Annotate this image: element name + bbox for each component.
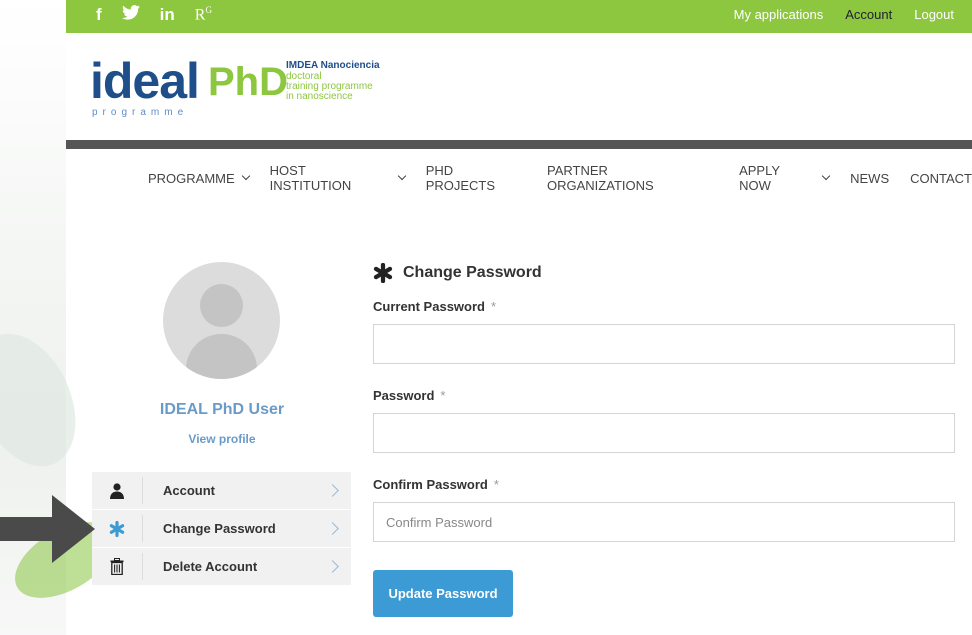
researchgate-icon[interactable]: RG bbox=[195, 5, 212, 24]
trash-icon bbox=[92, 553, 143, 580]
chevron-right-icon bbox=[326, 522, 339, 535]
logo-ideal: ideal bbox=[90, 53, 200, 109]
form-title: Change Password bbox=[373, 263, 955, 283]
logo-imdea: IMDEA Nanociencia bbox=[286, 60, 380, 71]
linkedin-icon[interactable]: in bbox=[160, 5, 175, 25]
view-profile-link[interactable]: View profile bbox=[92, 432, 352, 446]
pointer-arrow-icon bbox=[0, 495, 95, 568]
menu-item-change-password[interactable]: Change Password bbox=[92, 510, 351, 548]
chevron-down-icon bbox=[241, 171, 250, 181]
logo-programme: programme bbox=[92, 107, 189, 118]
label-text: Confirm Password bbox=[373, 477, 488, 492]
avatar-head bbox=[200, 284, 243, 327]
required-mark: * bbox=[493, 477, 499, 492]
menu-item-label: Account bbox=[163, 483, 215, 498]
nav-label: PROGRAMME bbox=[148, 170, 235, 186]
asterisk-icon bbox=[373, 263, 393, 283]
logout-link[interactable]: Logout bbox=[914, 7, 954, 22]
my-applications-link[interactable]: My applications bbox=[734, 7, 824, 22]
logo-tagline: doctoral training programme in nanoscien… bbox=[286, 72, 406, 102]
label-text: Current Password bbox=[373, 299, 485, 314]
chevron-right-icon bbox=[326, 560, 339, 573]
main-nav: PROGRAMME HOST INSTITUTION PHD PROJECTS … bbox=[148, 163, 972, 193]
account-menu: Account Change Password Delete Account bbox=[92, 472, 351, 586]
menu-item-account[interactable]: Account bbox=[92, 472, 351, 510]
confirm-password-field[interactable] bbox=[373, 502, 955, 542]
header-divider bbox=[66, 140, 972, 149]
top-bar: f in RG My applications Account Logout bbox=[66, 0, 972, 33]
facebook-icon[interactable]: f bbox=[96, 5, 102, 25]
nav-apply-now[interactable]: APPLY NOW bbox=[739, 163, 831, 193]
menu-item-delete-account[interactable]: Delete Account bbox=[92, 548, 351, 586]
label-text: Password bbox=[373, 388, 435, 403]
chevron-right-icon bbox=[326, 484, 339, 497]
avatar-body bbox=[186, 334, 257, 379]
password-field[interactable] bbox=[373, 413, 955, 453]
avatar bbox=[163, 262, 280, 379]
current-password-label: Current Password * bbox=[373, 299, 955, 314]
menu-item-label: Delete Account bbox=[163, 559, 258, 574]
required-mark: * bbox=[490, 299, 497, 314]
nav-contact[interactable]: CONTACT bbox=[910, 163, 972, 193]
user-icon bbox=[92, 477, 143, 504]
password-label: Password * bbox=[373, 388, 955, 403]
top-links: My applications Account Logout bbox=[734, 7, 954, 22]
site-logo[interactable]: ideal PhD programme IMDEA Nanociencia do… bbox=[90, 53, 390, 122]
researchgate-letter: R bbox=[194, 6, 206, 24]
form-title-text: Change Password bbox=[403, 264, 542, 281]
logo-phd: PhD bbox=[208, 60, 288, 104]
nav-label: HOST INSTITUTION bbox=[269, 163, 352, 193]
nav-partner-organizations[interactable]: PARTNER ORGANIZATIONS bbox=[547, 163, 718, 193]
chevron-down-icon bbox=[397, 171, 406, 181]
researchgate-sup: G bbox=[205, 5, 212, 16]
nav-news[interactable]: NEWS bbox=[850, 163, 889, 193]
update-password-button[interactable]: Update Password bbox=[373, 570, 513, 617]
nav-phd-projects[interactable]: PHD PROJECTS bbox=[426, 163, 526, 193]
account-link[interactable]: Account bbox=[845, 7, 892, 22]
menu-item-label: Change Password bbox=[163, 521, 276, 536]
logo-tagline-line: in nanoscience bbox=[286, 91, 353, 102]
social-links: f in RG bbox=[96, 5, 212, 25]
chevron-down-icon bbox=[821, 171, 831, 181]
required-mark: * bbox=[440, 388, 446, 403]
twitter-icon[interactable] bbox=[121, 5, 140, 25]
confirm-password-label: Confirm Password * bbox=[373, 477, 955, 492]
nav-programme[interactable]: PROGRAMME bbox=[148, 163, 250, 193]
profile-name: IDEAL PhD User bbox=[159, 401, 285, 418]
asterisk-icon bbox=[92, 515, 143, 542]
nav-label: APPLY NOW bbox=[739, 163, 780, 193]
leaf-decoration bbox=[0, 317, 96, 483]
change-password-form: Change Password Current Password * Passwo… bbox=[373, 263, 955, 542]
current-password-field[interactable] bbox=[373, 324, 955, 364]
nav-host-institution[interactable]: HOST INSTITUTION bbox=[269, 163, 406, 193]
